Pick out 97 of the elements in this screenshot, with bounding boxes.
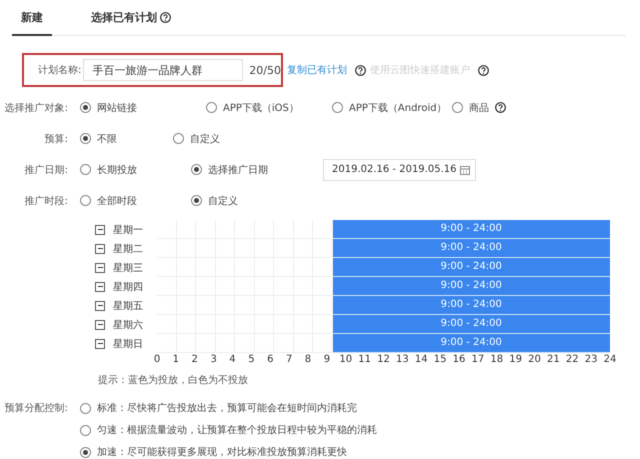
axis-tick: 12 (377, 354, 390, 365)
axis-tick: 7 (286, 354, 292, 365)
day-label: 星期四 (113, 280, 143, 294)
hour-cell[interactable] (313, 277, 332, 296)
time-range-label: 9:00 - 24:00 (440, 261, 502, 272)
link[interactable]: 复制已有计划 (287, 63, 347, 77)
time-range-label: 9:00 - 24:00 (440, 318, 502, 329)
hour-cell[interactable] (313, 258, 332, 277)
help-icon[interactable] (478, 64, 489, 76)
radio-button[interactable] (80, 133, 91, 144)
option-label: 长期投放 (97, 164, 137, 176)
option-label: 商品 (469, 102, 489, 114)
day-label: 星期六 (113, 318, 143, 332)
tab[interactable]: 新建 (12, 10, 52, 36)
option-label: APP下载（iOS） (223, 102, 299, 114)
hint-text: 提示：蓝色为投放，白色为不投放 (98, 374, 249, 387)
char-counter: 20/50 (249, 64, 281, 76)
hour-cell[interactable] (313, 315, 332, 334)
option-label: 标准：尽快将广告投放出去，预算可能会在短时间内消耗完 (97, 402, 357, 415)
tab[interactable]: 选择已有计划 (82, 10, 180, 36)
axis-tick: 3 (210, 354, 217, 365)
help-icon[interactable] (495, 102, 506, 113)
option-label: 自定义 (190, 132, 220, 146)
axis-tick: 22 (566, 354, 579, 365)
time-range-bar[interactable]: 9:00 - 24:00 (332, 220, 610, 239)
option-label: 全部时段 (97, 194, 137, 208)
axis-tick: 5 (248, 354, 255, 365)
time-range-label: 9:00 - 24:00 (440, 242, 502, 253)
radio-button[interactable] (80, 424, 91, 436)
axis-tick: 24 (604, 354, 616, 365)
axis-tick: 23 (584, 354, 598, 365)
time-range-bar[interactable]: 9:00 - 24:00 (332, 334, 610, 353)
axis-tick: 9 (324, 354, 330, 365)
hour-cell[interactable] (313, 296, 332, 315)
axis-tick: 18 (490, 354, 504, 365)
day-label: 星期一 (113, 224, 143, 236)
radio-button[interactable] (332, 102, 343, 113)
option-label: 选择推广日期 (208, 164, 268, 176)
time-range-bar[interactable]: 9:00 - 24:00 (332, 277, 610, 296)
day-label: 星期日 (113, 338, 143, 350)
radio-button[interactable] (80, 195, 91, 206)
time-range-bar[interactable]: 9:00 - 24:00 (332, 239, 610, 258)
time-range-label: 9:00 - 24:00 (440, 223, 502, 234)
axis-tick: 1 (172, 354, 180, 365)
axis-tick: 15 (434, 354, 446, 365)
axis-tick: 16 (452, 354, 466, 365)
radio-button[interactable] (80, 446, 91, 458)
help-icon[interactable] (160, 12, 171, 23)
hour-cell[interactable] (313, 220, 332, 239)
radio-button[interactable] (452, 102, 463, 113)
field-label: 推广日期: (24, 164, 69, 176)
day-label: 星期二 (113, 242, 143, 256)
input-field[interactable]: 手百一旅游一品牌人群 (83, 59, 244, 81)
hour-cell[interactable] (313, 334, 332, 353)
time-range-bar[interactable]: 9:00 - 24:00 (332, 258, 610, 277)
date-range-field[interactable]: 2019.02.16 - 2019.05.16 (323, 158, 476, 180)
axis-tick: 11 (358, 354, 371, 365)
axis-tick: 13 (396, 354, 409, 365)
day-label: 星期五 (113, 300, 143, 312)
field-label: 选择推广对象: (4, 102, 69, 114)
option-label: 加速：尽可能获得更多展现，对比标准投放预算消耗更快 (97, 446, 347, 459)
time-range-label: 9:00 - 24:00 (440, 337, 502, 348)
time-range-bar[interactable]: 9:00 - 24:00 (332, 315, 610, 334)
field-label: 推广时段: (24, 194, 69, 208)
radio-button[interactable] (80, 402, 91, 414)
time-range-label: 9:00 - 24:00 (440, 280, 502, 291)
radio-button[interactable] (173, 133, 184, 144)
time-range-bar[interactable]: 9:00 - 24:00 (332, 296, 610, 315)
axis-tick: 17 (472, 354, 484, 365)
field-label: 预算: (44, 132, 69, 146)
radio-button[interactable] (80, 164, 91, 175)
radio-button[interactable] (206, 102, 217, 113)
option-label: 匀速：根据流量波动，让预算在整个投放日程中较为平稳的消耗 (97, 424, 377, 437)
field-label: 预算分配控制: (4, 402, 69, 415)
option-label: 网站链接 (97, 102, 137, 114)
calendar-icon[interactable] (460, 164, 470, 174)
axis-tick: 6 (267, 354, 274, 365)
axis-tick: 2 (192, 354, 198, 365)
axis-tick: 20 (528, 354, 541, 365)
axis-tick: 4 (229, 354, 236, 365)
hour-cell[interactable] (313, 239, 332, 258)
time-range-label: 9:00 - 24:00 (440, 299, 502, 310)
option-label: 不限 (97, 132, 117, 146)
option-label: 自定义 (208, 194, 238, 208)
day-label: 星期三 (113, 262, 143, 274)
radio-button[interactable] (191, 195, 202, 206)
field-label: 计划名称: (38, 64, 82, 77)
help-icon[interactable] (355, 64, 366, 76)
option-label: APP下载（Android） (349, 102, 447, 114)
axis-tick: 0 (154, 354, 160, 365)
axis-tick: 19 (509, 354, 522, 365)
radio-button[interactable] (80, 102, 91, 113)
axis-tick: 21 (547, 354, 560, 365)
radio-button[interactable] (191, 164, 202, 175)
axis-tick: 14 (414, 354, 428, 365)
axis-tick: 10 (339, 354, 352, 365)
axis-tick: 8 (304, 354, 312, 365)
